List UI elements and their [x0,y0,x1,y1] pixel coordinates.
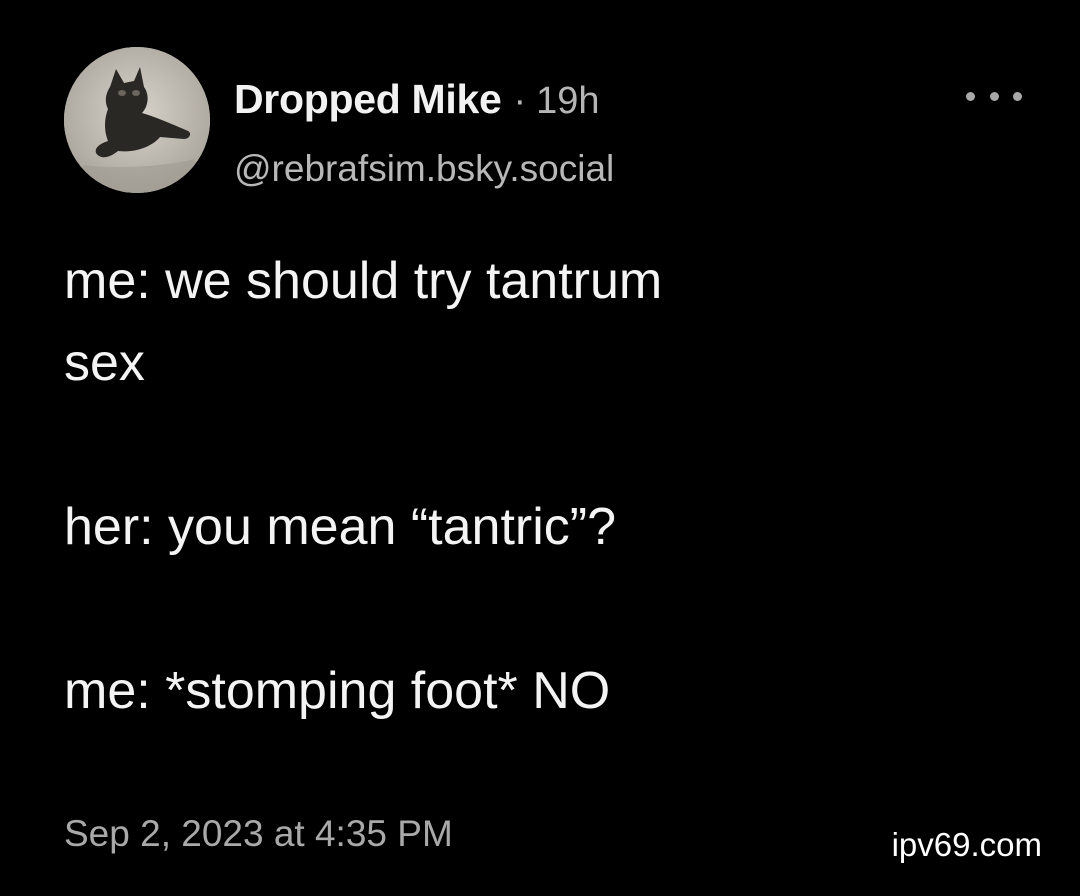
post-body: me: we should try tantrum sex her: you m… [64,240,1024,732]
post-body-line: her: you mean “tantric”? [64,498,617,556]
more-horizontal-icon [966,91,975,101]
name-time-separator: · [513,80,527,122]
post-body-blank-line [64,404,1024,486]
post-timestamp[interactable]: Sep 2, 2023 at 4:35 PM [64,813,453,855]
author-row: Dropped Mike · 19h [234,76,600,122]
author-handle[interactable]: @rebrafsim.bsky.social [234,148,614,190]
post-card: Dropped Mike · 19h @rebrafsim.bsky.socia… [0,0,1080,896]
post-time-ago[interactable]: 19h [536,80,599,123]
more-horizontal-icon-dot [1013,91,1022,101]
more-horizontal-icon-dot [989,91,999,101]
watermark: ipv69.com [891,826,1042,863]
post-body-line: me: we should try tantrum [64,252,663,310]
cat-photo-avatar-icon [64,47,210,193]
post-body-blank-line [64,568,1024,650]
post-body-line: me: *stomping foot* NO [64,662,611,720]
author-display-name[interactable]: Dropped Mike [234,76,502,123]
avatar[interactable] [64,47,210,193]
more-options-button[interactable] [966,86,1022,106]
post-body-line: sex [64,334,145,392]
